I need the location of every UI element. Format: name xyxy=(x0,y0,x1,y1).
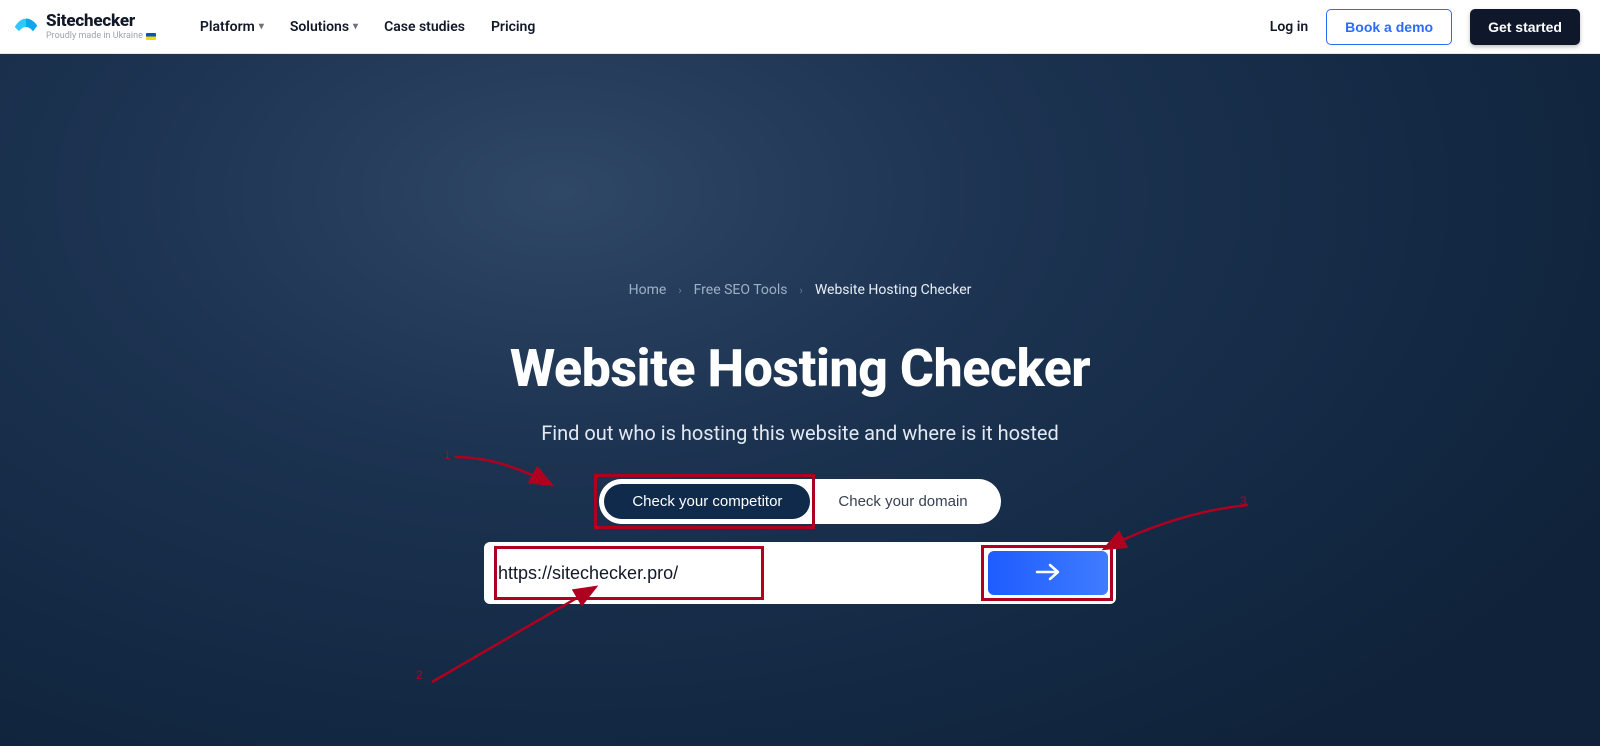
nav-pricing[interactable]: Pricing xyxy=(491,19,535,35)
page-subtitle: Find out who is hosting this website and… xyxy=(541,421,1059,445)
breadcrumb-current: Website Hosting Checker xyxy=(815,282,972,298)
breadcrumb: Home › Free SEO Tools › Website Hosting … xyxy=(629,282,972,298)
arrow-right-icon xyxy=(1035,563,1061,584)
annotation-arrow-1 xyxy=(450,442,570,502)
mode-toggle-wrap: Check your competitor Check your domain xyxy=(599,479,1000,524)
site-header: Sitechecker Proudly made in Ukraine Plat… xyxy=(0,0,1600,54)
annotation-label-3: 3 xyxy=(1240,494,1247,508)
page-title: Website Hosting Checker xyxy=(510,338,1090,399)
chevron-right-icon: › xyxy=(678,284,681,297)
ukraine-flag-icon xyxy=(146,33,156,40)
url-form xyxy=(484,542,1116,604)
chevron-down-icon: ▾ xyxy=(259,21,264,32)
breadcrumb-home[interactable]: Home xyxy=(629,282,667,298)
book-demo-button[interactable]: Book a demo xyxy=(1326,9,1452,45)
logo-mark-icon xyxy=(12,13,40,41)
brand-name: Sitechecker xyxy=(46,13,156,30)
annotation-label-1: 1 xyxy=(444,448,451,462)
brand-subtext: Proudly made in Ukraine xyxy=(46,32,156,41)
nav-platform[interactable]: Platform ▾ xyxy=(200,19,264,35)
main-nav: Platform ▾ Solutions ▾ Case studies Pric… xyxy=(200,19,535,35)
mode-toggle: Check your competitor Check your domain xyxy=(599,479,1000,524)
header-actions: Log in Book a demo Get started xyxy=(1270,9,1580,45)
segment-domain[interactable]: Check your domain xyxy=(810,484,995,519)
nav-solutions[interactable]: Solutions ▾ xyxy=(290,19,358,35)
brand-logo[interactable]: Sitechecker Proudly made in Ukraine xyxy=(12,13,156,41)
get-started-button[interactable]: Get started xyxy=(1470,9,1580,45)
url-input[interactable] xyxy=(498,550,980,596)
login-link[interactable]: Log in xyxy=(1270,19,1308,35)
nav-case-studies[interactable]: Case studies xyxy=(384,19,465,35)
chevron-right-icon: › xyxy=(800,284,803,297)
hero-section: Home › Free SEO Tools › Website Hosting … xyxy=(0,54,1600,746)
annotation-label-2: 2 xyxy=(416,668,423,682)
chevron-down-icon: ▾ xyxy=(353,21,358,32)
annotation-arrow-3 xyxy=(1098,502,1258,562)
breadcrumb-tools[interactable]: Free SEO Tools xyxy=(694,282,788,298)
segment-competitor[interactable]: Check your competitor xyxy=(604,484,810,519)
submit-button[interactable] xyxy=(988,551,1108,595)
